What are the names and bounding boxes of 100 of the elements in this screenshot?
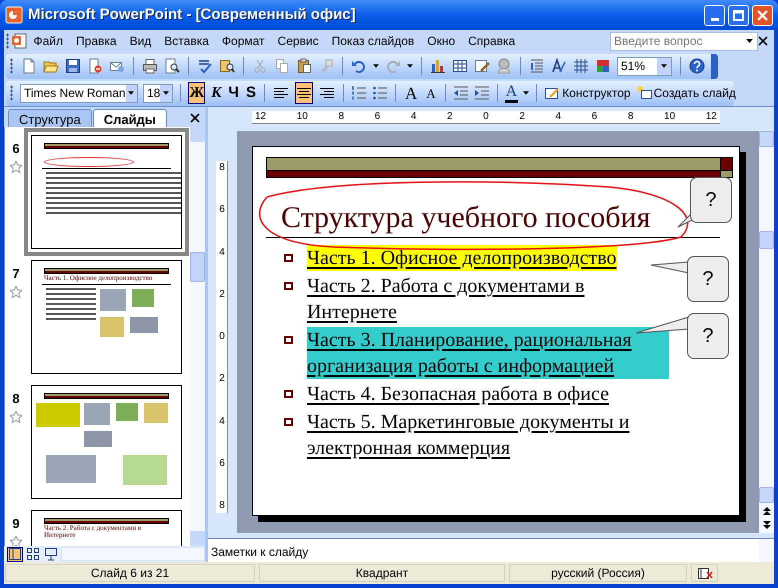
caret-icon[interactable]: [407, 64, 413, 68]
close-icon[interactable]: [757, 10, 768, 20]
design-button[interactable]: Конструктор: [544, 84, 631, 102]
shadow-button[interactable]: S: [244, 82, 257, 104]
text-formatting-icon[interactable]: [551, 58, 567, 74]
status-text: Слайд 6 из 21: [5, 564, 255, 582]
clip-art-placeholder: [116, 403, 138, 421]
scroll-thumb[interactable]: [190, 252, 205, 282]
horizontal-scrollbar[interactable]: [61, 547, 205, 561]
page-restricted-icon[interactable]: [87, 58, 103, 74]
callout-pointer: [650, 262, 690, 274]
star-icon: [10, 286, 22, 298]
expand-lines-icon[interactable]: [529, 58, 545, 74]
ruler-number: 6: [374, 112, 380, 122]
printer-icon[interactable]: [142, 58, 158, 74]
menu-item[interactable]: Справка: [462, 32, 522, 50]
caret-icon[interactable]: [373, 64, 379, 68]
design-icon[interactable]: [544, 85, 560, 101]
menu-item[interactable]: Сервис: [271, 32, 326, 50]
spell-check-icon[interactable]: [197, 58, 213, 74]
align-center-button[interactable]: [294, 82, 313, 104]
font-name-dropdown[interactable]: Times New Roman: [20, 84, 138, 102]
menu-item[interactable]: Файл: [27, 32, 70, 50]
bar-chart-icon[interactable]: [430, 58, 446, 74]
bulleted-list-icon[interactable]: [372, 85, 388, 101]
highlighted-item-text: Часть 1. Офисное делопроизводство: [306, 245, 617, 271]
grid-icon[interactable]: [573, 58, 589, 74]
ruler-number: 2: [219, 290, 225, 300]
menu-item[interactable]: Вставка: [158, 32, 216, 50]
grow-font-button[interactable]: A: [402, 84, 420, 102]
menu-item[interactable]: Правка: [70, 32, 124, 50]
shrink-font-button[interactable]: A: [424, 86, 438, 100]
decrease-indent-icon[interactable]: [452, 85, 469, 101]
clip-art-placeholder: [84, 431, 112, 447]
close-button[interactable]: [752, 4, 773, 26]
new-document-icon[interactable]: [21, 58, 37, 74]
ruler-number: 8: [219, 163, 225, 173]
menu-item[interactable]: Вид: [123, 32, 158, 50]
align-left-icon[interactable]: [272, 85, 289, 101]
list-item-text: Часть 4. Безопасная работа в офисе: [306, 382, 609, 407]
notes-scrollbar[interactable]: [759, 539, 774, 562]
scroll-thumb[interactable]: [759, 231, 774, 249]
next-slide-icon[interactable]: [762, 521, 772, 530]
help-icon[interactable]: [688, 58, 705, 74]
slide-number: 7: [12, 265, 20, 283]
app-icon[interactable]: [5, 6, 23, 24]
vertical-scrollbar[interactable]: [759, 131, 774, 533]
font-size-dropdown[interactable]: 18: [143, 84, 174, 102]
menu-item[interactable]: Окно: [420, 32, 462, 50]
new-slide-button[interactable]: Создать слайд: [636, 84, 736, 102]
undo-icon[interactable]: [351, 58, 367, 74]
status-text: Квадрант: [259, 564, 505, 582]
caret-icon[interactable]: [523, 91, 530, 95]
bullet-marker: [284, 282, 293, 290]
pane-tab[interactable]: Структура: [8, 109, 92, 127]
clip-art-placeholder: [123, 455, 168, 485]
menu-item[interactable]: Формат: [215, 32, 272, 50]
help-search-field[interactable]: Введите вопрос: [610, 32, 758, 50]
ruler-number: 4: [410, 112, 416, 122]
book-magnifier-icon[interactable]: [219, 58, 235, 74]
slide-number: 6: [12, 140, 20, 158]
increase-indent-icon[interactable]: [474, 85, 490, 101]
pane-tab[interactable]: Слайды: [92, 109, 167, 127]
ruler-number: 12: [706, 112, 717, 122]
caret-icon[interactable]: [128, 91, 134, 95]
dropdown-arrow-icon[interactable]: [746, 39, 753, 43]
numbered-list-icon[interactable]: [350, 85, 367, 101]
paste-icon[interactable]: [296, 58, 312, 74]
save-icon[interactable]: [65, 58, 81, 74]
slide-number: 8: [12, 390, 20, 408]
slide-notes-field[interactable]: Заметки к слайду: [208, 539, 759, 562]
close-menu-icon[interactable]: [758, 36, 768, 46]
slide-thumbnail[interactable]: [24, 128, 189, 256]
align-right-icon[interactable]: [318, 85, 335, 101]
slide-thumbnail[interactable]: [31, 385, 182, 499]
globe-icon[interactable]: [496, 58, 512, 74]
table-icon[interactable]: [452, 58, 468, 74]
italic-button[interactable]: К: [210, 82, 222, 104]
font-color-button[interactable]: A: [504, 84, 518, 102]
pencil-sheet-icon[interactable]: [474, 58, 490, 74]
vertical-scrollbar[interactable]: [190, 127, 205, 546]
print-preview-icon[interactable]: [164, 58, 180, 74]
zoom-dropdown[interactable]: 51%: [617, 56, 672, 76]
ruler-number: 2: [446, 112, 453, 122]
close-pane-icon[interactable]: [190, 113, 200, 123]
previous-slide-icon[interactable]: [762, 506, 772, 515]
toolbar-options-icon[interactable]: [710, 54, 718, 78]
underline-button[interactable]: Ч: [227, 82, 240, 104]
caret-icon[interactable]: [163, 91, 170, 95]
minimize-button[interactable]: [704, 4, 725, 26]
caret-icon[interactable]: [660, 64, 667, 68]
maximize-icon[interactable]: [733, 10, 744, 20]
new-slide-icon[interactable]: [636, 85, 652, 101]
maximize-button[interactable]: [728, 4, 749, 26]
menu-item[interactable]: Показ слайдов: [325, 32, 421, 50]
document-app-icon[interactable]: [11, 33, 27, 49]
align-center-icon[interactable]: [296, 85, 312, 101]
ruler-number: 6: [219, 205, 225, 216]
minimize-icon[interactable]: [710, 18, 718, 20]
color-squares-icon[interactable]: [595, 58, 611, 74]
